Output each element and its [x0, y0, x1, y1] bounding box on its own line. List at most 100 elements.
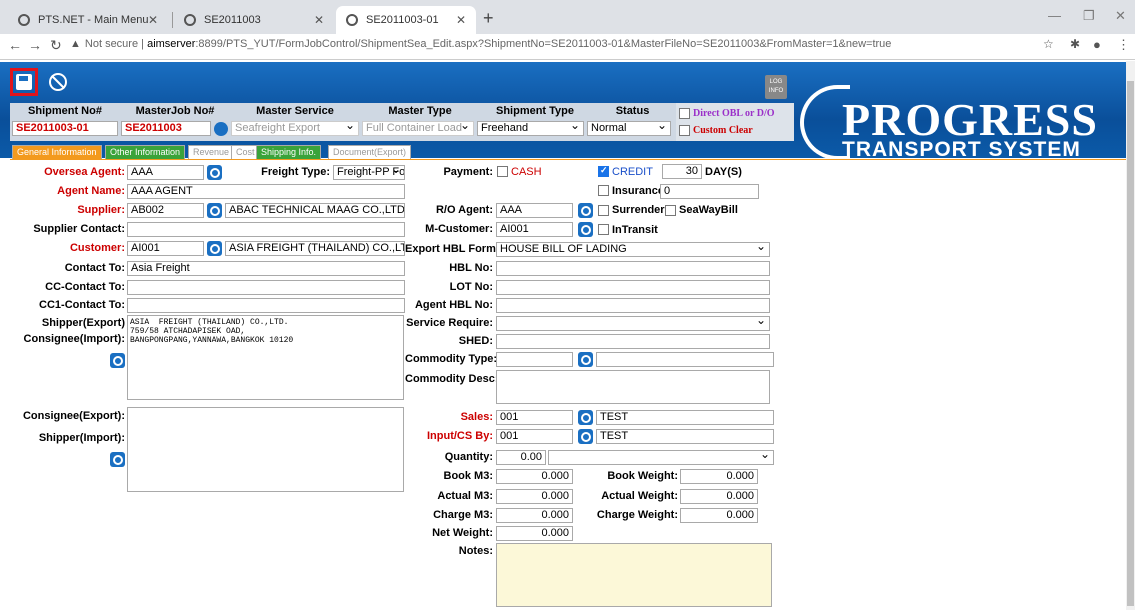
- search-icon[interactable]: [578, 410, 593, 425]
- search-icon[interactable]: [578, 352, 593, 367]
- shipment-type-select[interactable]: Freehand: [477, 121, 584, 136]
- customer-name-field[interactable]: ASIA FREIGHT (THAILAND) CO.,LTD.: [225, 241, 405, 256]
- input-cs-code-field[interactable]: 001: [496, 429, 573, 444]
- agent-name-field[interactable]: AAA AGENT: [127, 184, 405, 199]
- search-icon[interactable]: [578, 222, 593, 237]
- insurance-checkbox[interactable]: [598, 185, 609, 196]
- browser-tab[interactable]: SE2011003 ✕: [174, 6, 334, 34]
- extensions-icon[interactable]: ✱: [1070, 37, 1080, 51]
- masterjob-field[interactable]: SE2011003: [121, 121, 211, 136]
- tab-revenue[interactable]: Revenue: [188, 145, 235, 159]
- supplier-code-field[interactable]: AB002: [127, 203, 204, 218]
- restore-icon[interactable]: ❐: [1083, 8, 1095, 24]
- ro-agent-field[interactable]: AAA: [496, 203, 573, 218]
- search-icon[interactable]: [578, 203, 593, 218]
- actual-m3-field[interactable]: 0.000: [496, 489, 573, 504]
- forward-icon[interactable]: →: [28, 37, 42, 53]
- consignee-export-label: Consignee(Export):: [22, 410, 125, 422]
- m-customer-field[interactable]: AI001: [496, 222, 573, 237]
- browser-tab[interactable]: PTS.NET - Main Menu ✕: [8, 6, 168, 34]
- surrender-checkbox[interactable]: [598, 205, 609, 216]
- credit-checkbox[interactable]: [598, 165, 609, 177]
- service-require-select[interactable]: [496, 316, 770, 331]
- search-icon[interactable]: [110, 452, 125, 467]
- net-weight-field[interactable]: 0.000: [496, 526, 573, 541]
- input-cs-name-field[interactable]: TEST: [596, 429, 774, 444]
- export-hbl-select[interactable]: HOUSE BILL OF LADING: [496, 242, 770, 257]
- search-icon[interactable]: [110, 353, 125, 368]
- freight-type-select[interactable]: Freight-PP For: [333, 165, 405, 180]
- close-icon[interactable]: ✕: [148, 13, 158, 27]
- url-field[interactable]: ▲ Not secure | aimserver:8899/PTS_YUT/For…: [70, 38, 891, 50]
- tab-title: SE2011003: [204, 14, 261, 26]
- window-close-icon[interactable]: ✕: [1115, 8, 1126, 24]
- contact-to-field[interactable]: Asia Freight: [127, 261, 405, 276]
- custom-clear-checkbox[interactable]: [679, 125, 690, 136]
- agent-hbl-field[interactable]: [496, 298, 770, 313]
- cancel-icon[interactable]: [49, 73, 67, 91]
- search-icon[interactable]: [207, 203, 222, 218]
- seawaybill-checkbox[interactable]: [665, 205, 676, 216]
- menu-icon[interactable]: ⋮: [1117, 37, 1130, 53]
- star-icon[interactable]: ☆: [1043, 37, 1054, 51]
- scrollbar-thumb[interactable]: [1127, 81, 1134, 606]
- master-type-select: Full Container Load: [362, 121, 474, 136]
- cc1-contact-field[interactable]: [127, 298, 405, 313]
- status-select[interactable]: Normal: [587, 121, 671, 136]
- commodity-type-name-field[interactable]: [596, 352, 774, 367]
- sales-label: Sales:: [460, 411, 493, 423]
- notes-label: Notes:: [458, 545, 493, 557]
- intransit-checkbox[interactable]: [598, 224, 609, 235]
- quantity-unit-select[interactable]: [548, 450, 774, 465]
- book-weight-field[interactable]: 0.000: [680, 469, 758, 484]
- lot-no-field[interactable]: [496, 280, 770, 295]
- customer-code-field[interactable]: AI001: [127, 241, 204, 256]
- supplier-contact-field[interactable]: [127, 222, 405, 237]
- masterjob-link-icon[interactable]: [214, 122, 228, 136]
- close-icon[interactable]: ✕: [314, 13, 324, 27]
- commodity-desc-textarea[interactable]: [496, 370, 770, 404]
- quantity-field[interactable]: 0.00: [496, 450, 546, 465]
- sales-name-field[interactable]: TEST: [596, 410, 774, 425]
- sales-code-field[interactable]: 001: [496, 410, 573, 425]
- cc-contact-field[interactable]: [127, 280, 405, 295]
- service-require-label: Service Require:: [406, 317, 493, 329]
- cash-label: CASH: [511, 166, 542, 178]
- shipment-no-field[interactable]: SE2011003-01: [12, 121, 118, 136]
- search-icon[interactable]: [207, 165, 222, 180]
- credit-days-field[interactable]: 30: [662, 164, 702, 179]
- net-weight-label: Net Weight:: [432, 527, 493, 539]
- reload-icon[interactable]: ↻: [50, 37, 62, 54]
- charge-m3-field[interactable]: 0.000: [496, 508, 573, 523]
- consignee-address-textarea[interactable]: [127, 407, 404, 492]
- minimize-icon[interactable]: —: [1048, 8, 1061, 23]
- scrollbar[interactable]: [1126, 61, 1135, 610]
- tab-general-information[interactable]: General Information: [12, 145, 102, 159]
- tab-shipping-info[interactable]: Shipping Info.: [256, 145, 322, 159]
- search-icon[interactable]: [207, 241, 222, 256]
- commodity-type-code-field[interactable]: [496, 352, 573, 367]
- oversea-agent-field[interactable]: AAA: [127, 165, 204, 180]
- browser-tab-active[interactable]: SE2011003-01 ✕: [336, 6, 476, 34]
- shipper-address-textarea[interactable]: ASIA FREIGHT (THAILAND) CO.,LTD. 759/58 …: [127, 315, 404, 400]
- charge-weight-field[interactable]: 0.000: [680, 508, 758, 523]
- save-button[interactable]: [10, 68, 38, 96]
- search-icon[interactable]: [578, 429, 593, 444]
- tab-document-export[interactable]: Document(Export): [328, 145, 412, 159]
- actual-weight-field[interactable]: 0.000: [680, 489, 758, 504]
- back-icon[interactable]: ←: [8, 37, 22, 53]
- supplier-name-field[interactable]: ABAC TECHNICAL MAAG CO.,LTD.: [225, 203, 405, 218]
- cash-checkbox[interactable]: [497, 166, 508, 177]
- log-info-button[interactable]: LOG INFO: [765, 75, 787, 99]
- insurance-field[interactable]: 0: [660, 184, 759, 199]
- direct-obl-checkbox[interactable]: [679, 108, 690, 119]
- hbl-no-field[interactable]: [496, 261, 770, 276]
- book-m3-field[interactable]: 0.000: [496, 469, 573, 484]
- shed-field[interactable]: [496, 334, 770, 349]
- tab-other-information[interactable]: Other Information: [105, 145, 186, 159]
- profile-icon[interactable]: ●: [1093, 37, 1101, 52]
- quantity-label: Quantity:: [444, 451, 493, 463]
- new-tab-icon[interactable]: +: [483, 8, 494, 29]
- notes-textarea[interactable]: [496, 543, 772, 607]
- close-icon[interactable]: ✕: [456, 13, 466, 27]
